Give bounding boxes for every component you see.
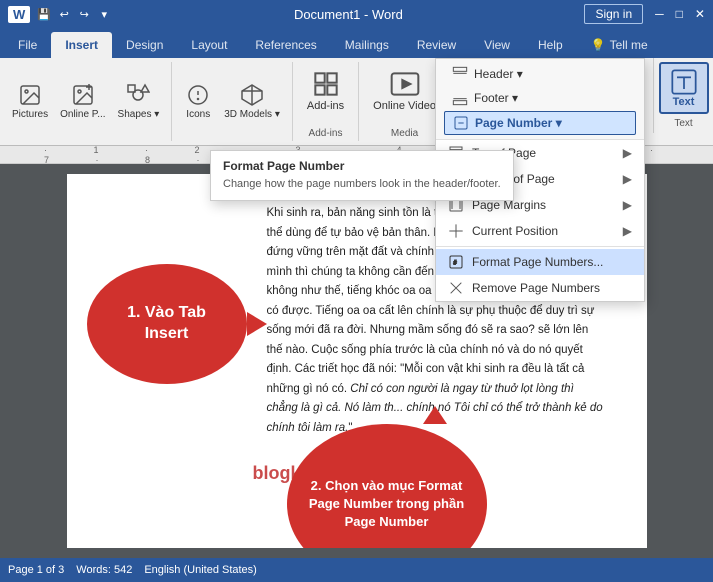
callout-1: 1. Vào TabInsert bbox=[87, 264, 247, 384]
tab-view[interactable]: View bbox=[470, 32, 524, 58]
icons-button[interactable]: Icons bbox=[180, 81, 216, 122]
footer-button[interactable]: Footer ▾ bbox=[444, 87, 636, 109]
ribbon-icons-illustrations: Pictures Online P... Shapes ▾ bbox=[8, 64, 163, 139]
customize-icon[interactable]: ▾ bbox=[96, 6, 112, 22]
page-number-icon bbox=[453, 115, 469, 131]
callout-1-arrow bbox=[247, 312, 267, 336]
tab-help[interactable]: Help bbox=[524, 32, 577, 58]
ribbon: Pictures Online P... Shapes ▾ Icons 3D M… bbox=[0, 58, 713, 146]
page-number-label: Page Number ▾ bbox=[475, 116, 562, 130]
tab-references[interactable]: References bbox=[241, 32, 330, 58]
signin-button[interactable]: Sign in bbox=[584, 4, 643, 24]
header-button[interactable]: Header ▾ bbox=[444, 63, 636, 85]
dropdown-header: Header ▾ Footer ▾ Page Number ▾ bbox=[436, 59, 644, 140]
text-button[interactable]: Text bbox=[659, 62, 709, 114]
tab-tell-me[interactable]: 💡 Tell me bbox=[577, 32, 662, 58]
callout-1-text: 1. Vào TabInsert bbox=[127, 303, 206, 345]
minimize-button[interactable]: ─ bbox=[655, 7, 664, 21]
svg-text:#: # bbox=[453, 261, 457, 267]
tab-layout[interactable]: Layout bbox=[177, 32, 241, 58]
format-page-numbers-label: Format Page Numbers... bbox=[472, 255, 603, 269]
ribbon-group-illustrations: Pictures Online P... Shapes ▾ bbox=[0, 62, 172, 141]
format-page-numbers-icon: # bbox=[448, 254, 464, 270]
title-bar-right: Sign in ─ □ ✕ bbox=[584, 4, 705, 24]
tooltip-description: Change how the page numbers look in the … bbox=[223, 177, 501, 192]
text-label: Text bbox=[673, 96, 695, 108]
footer-icon bbox=[452, 90, 468, 106]
undo-icon[interactable]: ↩ bbox=[56, 6, 72, 22]
pictures-button[interactable]: Pictures bbox=[8, 81, 52, 122]
quick-access-toolbar: 💾 ↩ ↪ ▾ bbox=[36, 6, 112, 22]
maximize-button[interactable]: □ bbox=[676, 7, 683, 21]
tab-file[interactable]: File bbox=[4, 32, 51, 58]
addins-button[interactable]: Add-ins bbox=[301, 64, 350, 116]
page-number-button[interactable]: Page Number ▾ bbox=[444, 111, 636, 135]
text-panel: Text Text bbox=[653, 58, 713, 133]
page-info: Page 1 of 3 bbox=[8, 564, 64, 576]
callout-2: 2. Chọn vào mục Format Page Number trong… bbox=[287, 424, 487, 548]
format-page-numbers-item[interactable]: # Format Page Numbers... bbox=[436, 249, 644, 275]
tooltip-title: Format Page Number bbox=[223, 159, 501, 173]
ribbon-tabs: File Insert Design Layout References Mai… bbox=[0, 28, 713, 58]
format-tooltip: Format Page Number Change how the page n… bbox=[210, 150, 514, 201]
current-position-label: Current Position bbox=[472, 224, 558, 238]
current-position-item[interactable]: Current Position ▶ bbox=[436, 218, 644, 244]
redo-icon[interactable]: ↪ bbox=[76, 6, 92, 22]
footer-label: Footer ▾ bbox=[474, 91, 518, 105]
bottom-arrow-icon: ▶ bbox=[623, 172, 632, 186]
callout-2-arrow bbox=[423, 406, 447, 424]
position-arrow-icon: ▶ bbox=[623, 224, 632, 238]
ribbon-icons-icons: Icons 3D Models ▾ bbox=[180, 64, 284, 139]
tab-insert[interactable]: Insert bbox=[51, 32, 112, 58]
tab-mailings[interactable]: Mailings bbox=[331, 32, 403, 58]
margins-arrow-icon: ▶ bbox=[623, 198, 632, 212]
callout-2-text: 2. Chọn vào mục Format Page Number trong… bbox=[307, 477, 467, 532]
status-bar: Page 1 of 3 Words: 542 English (United S… bbox=[0, 558, 713, 582]
online-video-button[interactable]: Online Video bbox=[367, 64, 442, 116]
current-position-icon bbox=[448, 223, 464, 239]
word-count: Words: 542 bbox=[76, 564, 132, 576]
header-label: Header ▾ bbox=[474, 67, 523, 81]
title-bar: W 💾 ↩ ↪ ▾ Document1 - Word Sign in ─ □ ✕ bbox=[0, 0, 713, 28]
tab-design[interactable]: Design bbox=[112, 32, 177, 58]
shapes-button[interactable]: Shapes ▾ bbox=[114, 81, 164, 122]
remove-numbers-icon bbox=[448, 280, 464, 296]
dropdown-divider bbox=[436, 246, 644, 247]
title-bar-left: W 💾 ↩ ↪ ▾ bbox=[8, 6, 112, 23]
window-title: Document1 - Word bbox=[294, 7, 403, 22]
lightbulb-icon: 💡 bbox=[591, 38, 606, 52]
header-icon bbox=[452, 66, 468, 82]
save-icon[interactable]: 💾 bbox=[36, 6, 52, 22]
top-arrow-icon: ▶ bbox=[623, 146, 632, 160]
remove-page-numbers-item[interactable]: Remove Page Numbers bbox=[436, 275, 644, 301]
text-icon bbox=[670, 68, 698, 96]
word-logo-icon: W bbox=[8, 6, 30, 23]
language: English (United States) bbox=[144, 564, 257, 576]
tab-review[interactable]: Review bbox=[403, 32, 470, 58]
ribbon-group-addins: Add-ins Add-ins bbox=[293, 62, 359, 141]
3d-models-button[interactable]: 3D Models ▾ bbox=[220, 81, 284, 122]
ribbon-group-icons: Icons 3D Models ▾ bbox=[172, 62, 293, 141]
remove-page-numbers-label: Remove Page Numbers bbox=[472, 281, 600, 295]
close-button[interactable]: ✕ bbox=[695, 7, 705, 21]
online-pictures-button[interactable]: Online P... bbox=[56, 81, 109, 122]
